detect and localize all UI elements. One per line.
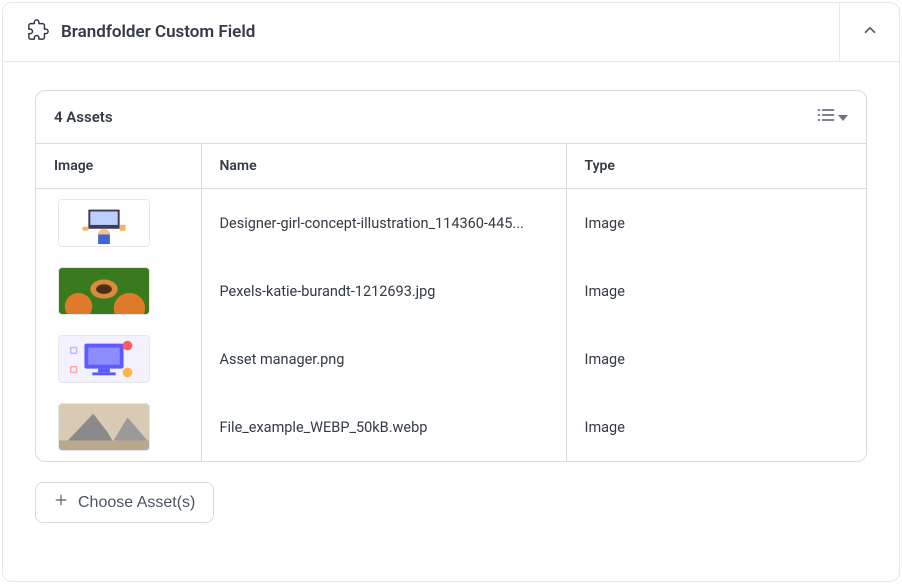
panel-title: Brandfolder Custom Field bbox=[61, 22, 255, 42]
choose-asset-label: Choose Asset(s) bbox=[78, 494, 195, 512]
cell-thumbnail bbox=[36, 393, 201, 461]
choose-asset-button[interactable]: Choose Asset(s) bbox=[35, 482, 214, 523]
caret-down-icon bbox=[838, 108, 848, 127]
cell-type: Image bbox=[566, 257, 866, 325]
puzzle-icon bbox=[27, 19, 49, 45]
panel-body: 4 Assets bbox=[3, 62, 899, 551]
table-row[interactable]: Pexels-katie-burandt-1212693.jpg Image bbox=[36, 257, 866, 325]
cell-name: Designer-girl-concept-illustration_11436… bbox=[201, 189, 566, 258]
cell-thumbnail bbox=[36, 325, 201, 393]
cell-name: Asset manager.png bbox=[201, 325, 566, 393]
table-row[interactable]: Designer-girl-concept-illustration_11436… bbox=[36, 189, 866, 258]
cell-thumbnail bbox=[36, 189, 201, 258]
cell-name: File_example_WEBP_50kB.webp bbox=[201, 393, 566, 461]
asset-thumbnail bbox=[58, 199, 150, 247]
col-header-type: Type bbox=[566, 144, 866, 189]
assets-table: Image Name Type bbox=[36, 143, 866, 461]
panel-header: Brandfolder Custom Field bbox=[3, 3, 899, 62]
assets-card-header: 4 Assets bbox=[36, 91, 866, 143]
asset-thumbnail bbox=[58, 335, 150, 383]
cell-thumbnail bbox=[36, 257, 201, 325]
table-row[interactable]: Asset manager.png Image bbox=[36, 325, 866, 393]
asset-thumbnail bbox=[58, 267, 150, 315]
collapse-toggle[interactable] bbox=[839, 3, 899, 61]
assets-card: 4 Assets bbox=[35, 90, 867, 462]
col-header-image: Image bbox=[36, 144, 201, 189]
assets-count-label: 4 Assets bbox=[54, 108, 113, 126]
cell-type: Image bbox=[566, 393, 866, 461]
cell-type: Image bbox=[566, 189, 866, 258]
panel-header-left: Brandfolder Custom Field bbox=[27, 19, 255, 45]
col-header-name: Name bbox=[201, 144, 566, 189]
view-mode-toggle[interactable] bbox=[816, 105, 848, 129]
assets-table-header-row: Image Name Type bbox=[36, 144, 866, 189]
cell-type: Image bbox=[566, 325, 866, 393]
asset-thumbnail bbox=[58, 403, 150, 451]
plus-icon bbox=[54, 493, 68, 512]
table-row[interactable]: File_example_WEBP_50kB.webp Image bbox=[36, 393, 866, 461]
cell-name: Pexels-katie-burandt-1212693.jpg bbox=[201, 257, 566, 325]
custom-field-panel: Brandfolder Custom Field 4 Assets bbox=[2, 2, 900, 582]
list-icon bbox=[816, 105, 836, 129]
chevron-up-icon bbox=[861, 21, 879, 43]
